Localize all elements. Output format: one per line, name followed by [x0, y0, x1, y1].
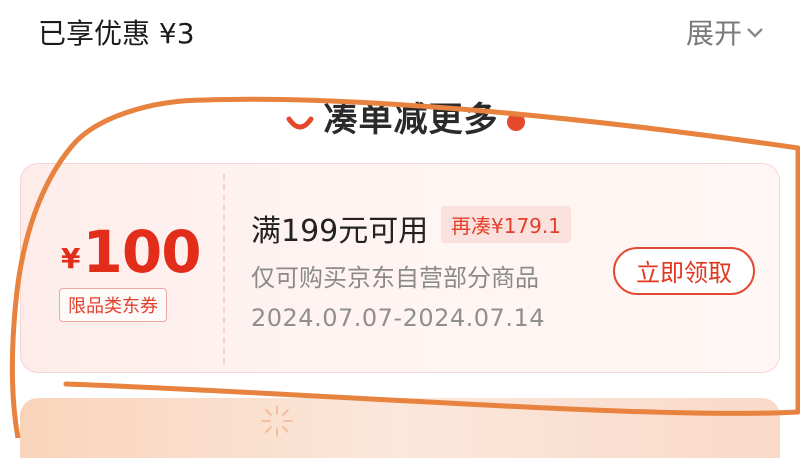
- header-bar: 已享优惠 ¥3 展开: [0, 0, 800, 60]
- dashed-divider: [223, 174, 225, 364]
- expand-button[interactable]: 展开: [686, 12, 764, 52]
- category-tag: 限品类东券: [59, 288, 167, 322]
- currency-symbol: ¥: [61, 242, 81, 275]
- sparkle-icon: [261, 405, 293, 437]
- dot-icon: [506, 112, 525, 131]
- expand-label: 展开: [685, 17, 742, 50]
- coupon-card: ¥100 限品类东券 满199元可用 再凑¥179.1 仅可购买京东自营部分商品…: [20, 163, 780, 373]
- validity-dates: 2024.07.07-2024.07.14: [251, 304, 545, 332]
- coupon-scope: 仅可购买京东自营部分商品: [251, 264, 539, 292]
- coupon-condition: 满199元可用: [251, 214, 429, 249]
- need-more-badge: 再凑¥179.1: [441, 206, 571, 243]
- section-header: 凑单减更多: [0, 92, 800, 142]
- next-coupon-card: [20, 398, 780, 458]
- smile-icon: [286, 102, 314, 142]
- coupon-amount: ¥100: [61, 218, 202, 286]
- claim-button[interactable]: 立即领取: [613, 247, 755, 295]
- savings-summary: 已享优惠 ¥3: [38, 17, 195, 50]
- amount-value: 100: [82, 218, 201, 286]
- section-title: 凑单减更多: [323, 100, 499, 140]
- chevron-down-icon: [746, 13, 764, 46]
